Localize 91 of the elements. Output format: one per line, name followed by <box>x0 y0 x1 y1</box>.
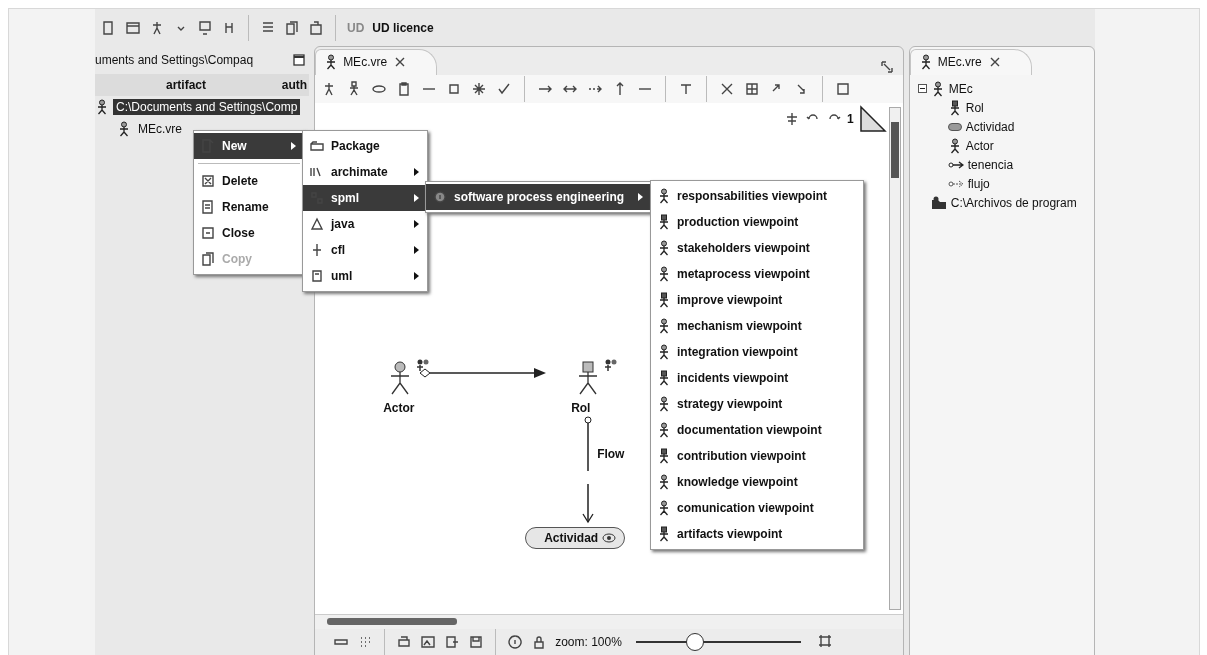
submenu-arrow-icon <box>291 142 296 150</box>
folder-icon <box>930 195 947 210</box>
stick-figure-icon <box>117 121 131 137</box>
menu-item[interactable]: Delete <box>194 168 304 194</box>
menu-item[interactable]: artifacts viewpoint <box>651 521 863 547</box>
fit-icon[interactable] <box>816 632 833 649</box>
column-header[interactable]: artifact <box>95 78 277 92</box>
menu-item[interactable]: production viewpoint <box>651 209 863 235</box>
menu-item[interactable]: cfl <box>303 237 427 263</box>
menu-item[interactable]: java <box>303 211 427 237</box>
menu-item[interactable]: New <box>194 133 304 159</box>
activity-node[interactable]: Actividad <box>525 527 626 549</box>
maximize-icon[interactable] <box>293 54 306 66</box>
menu-item[interactable]: incidents viewpoint <box>651 365 863 391</box>
copy-icon[interactable] <box>284 19 300 36</box>
tree-item[interactable]: Actor <box>965 138 994 153</box>
stereotype-icon <box>416 358 431 372</box>
node-label: Rol <box>571 401 591 415</box>
zoom-label: zoom: 100% <box>555 635 622 649</box>
export-icon[interactable] <box>444 634 461 650</box>
eye-icon <box>602 532 617 544</box>
panel-title: uments and Settings\Compaq <box>95 53 254 67</box>
tree-item[interactable]: C:\Archivos de program <box>950 195 1077 210</box>
menu-item[interactable]: software process engineering <box>426 184 651 210</box>
window-icon[interactable] <box>125 19 141 36</box>
column-header[interactable]: auth <box>277 78 310 92</box>
tree-item[interactable]: tenencia <box>967 157 1014 172</box>
menu-item[interactable]: knowledge viewpoint <box>651 469 863 495</box>
page-corner-icon <box>858 105 887 133</box>
collapse-icon[interactable] <box>917 84 927 93</box>
licence-label: UD <box>347 20 365 35</box>
node-label: Actor <box>383 401 415 415</box>
submenu-arrow-icon <box>414 194 419 202</box>
close-icon <box>200 225 216 241</box>
tree-item[interactable]: MEc <box>948 81 973 96</box>
menu-item[interactable]: archimate <box>303 159 427 185</box>
menu-item[interactable]: responsabilities viewpoint <box>651 183 863 209</box>
stick-figure <box>389 361 412 395</box>
arrow-icon <box>947 160 964 169</box>
stereotype-icon <box>604 358 619 372</box>
submenu-arrow-icon <box>638 193 643 201</box>
copy-icon <box>200 251 216 267</box>
outline-tab[interactable]: MEc.vre <box>909 49 1032 75</box>
menu-item[interactable]: stakeholders viewpoint <box>651 235 863 261</box>
menu-item[interactable]: comunication viewpoint <box>651 495 863 521</box>
star-icon[interactable] <box>471 81 488 97</box>
menu-item[interactable]: improve viewpoint <box>651 287 863 313</box>
menu-item[interactable]: Rename <box>194 194 304 220</box>
pill-icon <box>947 122 962 131</box>
stick-figure-icon <box>95 99 109 115</box>
horizontal-scrollbar[interactable] <box>315 614 903 629</box>
tree-item[interactable]: C:\Documents and Settings\Comp <box>113 99 301 115</box>
editor-tab[interactable]: MEc.vre <box>315 49 438 75</box>
tree-item[interactable]: Actividad <box>965 119 1015 134</box>
submenu-arrow-icon <box>414 246 419 254</box>
submenu-arrow-icon <box>414 220 419 228</box>
menu-item[interactable]: Package <box>303 133 427 159</box>
menu-item[interactable]: spml <box>303 185 427 211</box>
vertical-scrollbar[interactable] <box>888 107 901 610</box>
image-icon[interactable] <box>420 634 437 650</box>
menu-item[interactable]: mechanism viewpoint <box>651 313 863 339</box>
dashed-arrow-icon <box>947 179 964 188</box>
edge-label: Flow <box>597 447 625 461</box>
tree-item[interactable]: flujo <box>967 176 990 191</box>
slider-thumb[interactable] <box>685 633 704 651</box>
menu-item[interactable]: Close <box>194 220 304 246</box>
print-icon[interactable] <box>396 634 413 650</box>
monitor-icon[interactable] <box>197 19 213 36</box>
rename-icon <box>200 199 216 215</box>
grid-icon[interactable] <box>744 81 761 97</box>
menu-item[interactable]: strategy viewpoint <box>651 391 863 417</box>
menu-item[interactable]: documentation viewpoint <box>651 417 863 443</box>
submenu-arrow-icon <box>414 272 419 280</box>
delete-icon <box>200 173 216 189</box>
toolbar-label[interactable]: UD licence <box>372 20 434 35</box>
tree-item[interactable]: MEc.vre <box>135 121 185 137</box>
page-number: 1 <box>847 112 854 126</box>
document-icon <box>309 268 325 284</box>
maximize-icon[interactable] <box>878 59 895 75</box>
menu-item[interactable]: contribution viewpoint <box>651 443 863 469</box>
folder-icon <box>309 138 325 154</box>
submenu-arrow-icon <box>414 168 419 176</box>
triangle-icon <box>309 216 325 232</box>
tree-item[interactable]: Rol <box>965 100 984 115</box>
save-icon[interactable] <box>468 634 485 650</box>
stick-figure <box>577 361 600 395</box>
menu-item[interactable]: metaprocess viewpoint <box>651 261 863 287</box>
menu-item[interactable]: uml <box>303 263 427 289</box>
menu-item[interactable]: integration viewpoint <box>651 339 863 365</box>
layer-icon[interactable] <box>835 81 852 97</box>
box-icon[interactable] <box>308 19 324 36</box>
